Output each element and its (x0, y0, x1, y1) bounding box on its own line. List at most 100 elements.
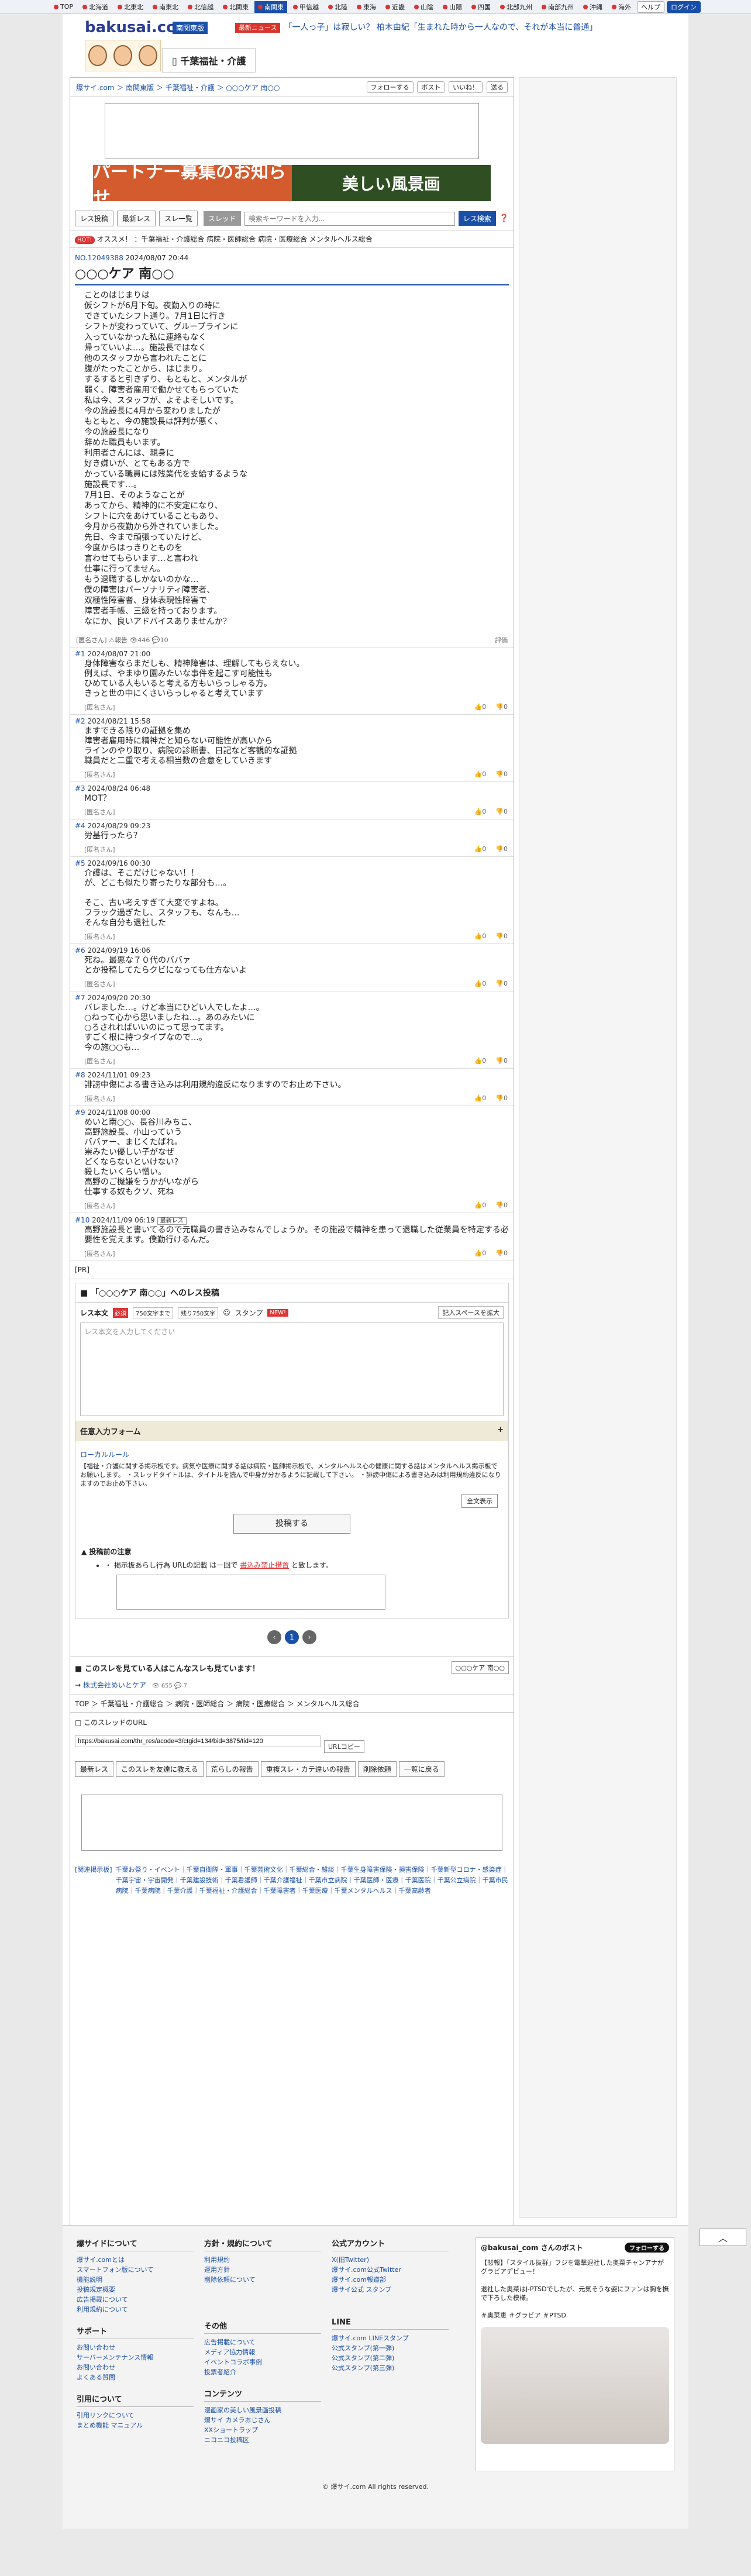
breadcrumb-text[interactable]: 爆サイ.com ＞ 南関東版 ＞ 千葉福祉・介護 ＞ ○○○ケア 南○○ (76, 82, 280, 92)
search-scope-select[interactable]: スレッド (203, 211, 241, 226)
footer-link[interactable]: 削除依頼について (204, 2275, 321, 2285)
page-current[interactable]: 1 (285, 1630, 299, 1644)
response-number[interactable]: #7 (75, 994, 85, 1002)
next-page-icon[interactable]: › (302, 1630, 316, 1644)
latest-replies-button[interactable]: 最新レス (117, 211, 156, 226)
thumbs-up-icon[interactable]: 👍0 (474, 932, 487, 940)
expand-rules-button[interactable]: 全文表示 (461, 1494, 498, 1508)
category-tab[interactable]: ▯ 千葉福祉・介護 (162, 48, 256, 73)
footer-link[interactable]: 爆サイ.com公式Twitter (332, 2265, 449, 2275)
region-link[interactable]: 海外 (608, 1, 635, 13)
twitter-embed[interactable]: @bakusai_com さんのポスト フォローする 【悲報】「スタイル抜群」フジ… (476, 2237, 674, 2471)
help-button[interactable]: ヘルプ (637, 1, 664, 13)
send-button[interactable]: 送る (487, 81, 508, 93)
region-link[interactable]: 北部九州 (497, 1, 536, 13)
thumbs-up-icon[interactable]: 👍0 (474, 1057, 487, 1065)
thumbs-up-icon[interactable]: 👍0 (474, 1094, 487, 1102)
region-link[interactable]: 北海道 (79, 1, 112, 13)
login-button[interactable]: ログイン (667, 1, 701, 13)
thumbs-down-icon[interactable]: 👎0 (495, 770, 508, 778)
region-link[interactable]: 山陽 (439, 1, 466, 13)
region-link[interactable]: 北信越 (184, 1, 217, 13)
thumbs-up-icon[interactable]: 👍0 (474, 1201, 487, 1209)
region-link[interactable]: 南東北 (149, 1, 182, 13)
thumbs-up-icon[interactable]: 👍0 (474, 770, 487, 778)
recommend-links[interactable]: オススメ！ ：千葉福祉・介護総合 病院・医師総合 病院・医療総合 メンタルヘルス… (97, 235, 373, 243)
latest-button[interactable]: 最新レス (75, 1761, 114, 1777)
response-number[interactable]: #10 (75, 1216, 89, 1224)
region-badge[interactable]: 南関東版 (173, 22, 208, 34)
thumbs-down-icon[interactable]: 👎0 (495, 1249, 508, 1257)
bottom-breadcrumb[interactable]: TOP ＞ 千葉福祉・介護総合 ＞ 病院・医師総合 ＞ 病院・医療総合 ＞ メン… (70, 1695, 514, 1713)
thumbs-up-icon[interactable]: 👍0 (474, 808, 487, 815)
region-link[interactable]: 甲信越 (290, 1, 322, 13)
footer-link[interactable]: 投票者紹介 (204, 2367, 321, 2377)
footer-link[interactable]: お問い合わせ (77, 2363, 194, 2372)
footer-link[interactable]: サーバーメンテナンス情報 (77, 2353, 194, 2363)
region-link[interactable]: 山陰 (411, 1, 437, 13)
region-link[interactable]: 四国 (468, 1, 494, 13)
footer-link[interactable]: 広告掲載について (204, 2337, 321, 2347)
tweet-photo[interactable] (481, 2327, 669, 2444)
region-link[interactable]: 近畿 (382, 1, 408, 13)
footer-link[interactable]: まとめ機能 マニュアル (77, 2420, 194, 2430)
footer-link[interactable]: 運用方針 (204, 2265, 321, 2275)
ban-link[interactable]: 書込み禁止措置 (240, 1561, 289, 1569)
region-link[interactable]: 北陸 (325, 1, 351, 13)
stamp-button[interactable]: スタンプ (235, 1308, 263, 1318)
region-link[interactable]: 沖縄 (580, 1, 606, 13)
footer-link[interactable]: 公式スタンプ(第三弾) (332, 2363, 449, 2373)
report-duplicate-button[interactable]: 重複スレ・カテ違いの報告 (260, 1761, 356, 1777)
thumbs-down-icon[interactable]: 👎0 (495, 703, 508, 711)
post-reply-button[interactable]: レス投稿 (75, 211, 114, 226)
response-number[interactable]: #6 (75, 946, 85, 955)
response-number[interactable]: #3 (75, 784, 85, 793)
footer-link[interactable]: スマートフォン版について (77, 2265, 194, 2275)
thread-number[interactable]: NO.12049388 (75, 254, 123, 262)
thread-list-button[interactable]: スレ一覧 (159, 211, 198, 226)
footer-link[interactable]: ニコニコ投稿区 (204, 2435, 321, 2445)
delete-request-button[interactable]: 削除依頼 (357, 1761, 397, 1777)
thread-url-field[interactable] (75, 1735, 321, 1747)
stamp-icon[interactable]: ☺ (223, 1308, 230, 1317)
thumbs-down-icon[interactable]: 👎0 (495, 1057, 508, 1065)
report-link[interactable]: 報告 (115, 636, 128, 644)
region-link[interactable]: 南部九州 (538, 1, 577, 13)
footer-link[interactable]: メディア協力情報 (204, 2347, 321, 2357)
footer-link[interactable]: 爆サイ.comとは (77, 2255, 194, 2265)
response-number[interactable]: #4 (75, 822, 85, 830)
scroll-top-button[interactable]: ︿ (700, 2229, 746, 2246)
optional-form-toggle[interactable]: 任意入力フォーム + (75, 1421, 508, 1441)
footer-link[interactable]: X(旧Twitter) (332, 2255, 449, 2265)
footer-link[interactable]: 引用リンクについて (77, 2410, 194, 2420)
expand-space-button[interactable]: 記入スペースを拡大 (438, 1306, 504, 1319)
x-post-button[interactable]: ポスト (417, 81, 445, 93)
response-number[interactable]: #2 (75, 717, 85, 725)
ad-slot-top[interactable] (105, 103, 479, 159)
like-button[interactable]: いいね！ (449, 81, 483, 93)
thumbs-down-icon[interactable]: 👎0 (495, 845, 508, 853)
response-number[interactable]: #5 (75, 859, 85, 867)
footer-link[interactable]: 公式スタンプ(第二弾) (332, 2353, 449, 2363)
back-to-list-button[interactable]: 一覧に戻る (398, 1761, 445, 1777)
submit-button[interactable]: 投稿する (233, 1514, 350, 1534)
news-link[interactable]: 「一人っ子」は寂しい？ 柏木由紀「生まれた時から一人なので、それが本当に普通」 (284, 23, 597, 32)
footer-link[interactable]: 投稿規定概要 (77, 2285, 194, 2295)
thumbs-up-icon[interactable]: 👍0 (474, 845, 487, 853)
thumbs-down-icon[interactable]: 👎0 (495, 1094, 508, 1102)
footer-link[interactable]: 爆サイ.com LINEスタンプ (332, 2333, 449, 2343)
footer-link[interactable]: イベントコラボ事例 (204, 2357, 321, 2367)
related-button[interactable]: ○○○ケア 南○○ (451, 1661, 509, 1674)
footer-link[interactable]: XXショートラップ (204, 2425, 321, 2435)
thumbs-up-icon[interactable]: 👍0 (474, 980, 487, 987)
twitter-follow-button[interactable]: フォローする (625, 2243, 669, 2253)
follow-button[interactable]: フォローする (366, 81, 414, 93)
search-button[interactable]: レス検索 (458, 211, 496, 226)
response-number[interactable]: #8 (75, 1071, 85, 1079)
search-input[interactable] (244, 211, 455, 226)
landscape-banner[interactable]: 美しい風景画 (292, 165, 491, 201)
copy-url-button[interactable]: URLコピー (324, 1740, 364, 1753)
thumbs-down-icon[interactable]: 👎0 (495, 808, 508, 815)
footer-link[interactable]: 利用規約について (77, 2305, 194, 2315)
response-number[interactable]: #9 (75, 1108, 85, 1117)
